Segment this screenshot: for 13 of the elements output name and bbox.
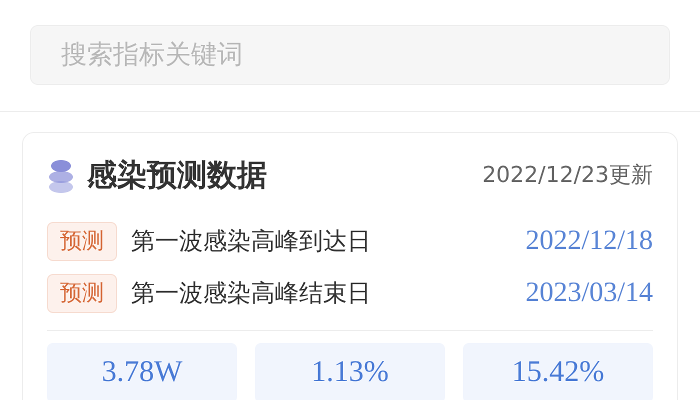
row-date: 2023/03/14	[525, 276, 653, 310]
forecast-tag: 预测	[47, 274, 117, 312]
stat-value: 3.78W	[102, 357, 182, 387]
search-field[interactable]: 搜索指标关键词	[30, 25, 670, 85]
card-title: 感染预测数据	[87, 157, 267, 195]
row-label: 第一波感染高峰到达日	[131, 226, 371, 257]
update-time: 2022/12/23更新	[482, 162, 653, 190]
forecast-tag: 预测	[47, 222, 117, 260]
stack-icon	[47, 158, 75, 194]
row-date: 2022/12/18	[525, 224, 653, 258]
stat-value: 15.42%	[512, 357, 604, 387]
row-label: 第一波感染高峰结束日	[131, 278, 371, 309]
stat-value: 1.13%	[311, 357, 389, 387]
